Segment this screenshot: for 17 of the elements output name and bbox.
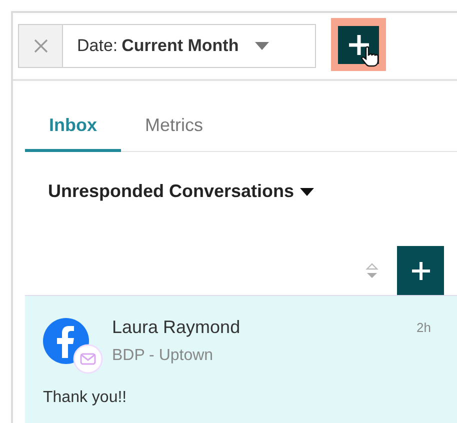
sort-icon	[365, 260, 379, 280]
location-label: BDP - Uptown	[112, 346, 214, 366]
caret-icon	[300, 188, 314, 196]
timestamp: 2h	[416, 319, 431, 337]
conversation-filter-dropdown[interactable]: Unresponded Conversations	[48, 178, 314, 205]
caret-icon	[254, 42, 269, 50]
contact-name: Laura Raymond	[112, 316, 242, 338]
conversation-item[interactable]: Laura Raymond BDP - Uptown 2h Thank you!!	[25, 296, 457, 423]
tab[interactable]: Inbox	[25, 112, 121, 152]
hand-cursor-icon	[360, 46, 380, 68]
close-icon	[34, 39, 48, 53]
tab[interactable]: Metrics	[121, 112, 227, 152]
plus-icon	[410, 260, 430, 280]
plus-icon	[348, 34, 370, 56]
envelope-icon	[73, 344, 103, 374]
new-conversation-button[interactable]	[397, 246, 444, 295]
message-preview: Thank you!!	[43, 388, 128, 408]
